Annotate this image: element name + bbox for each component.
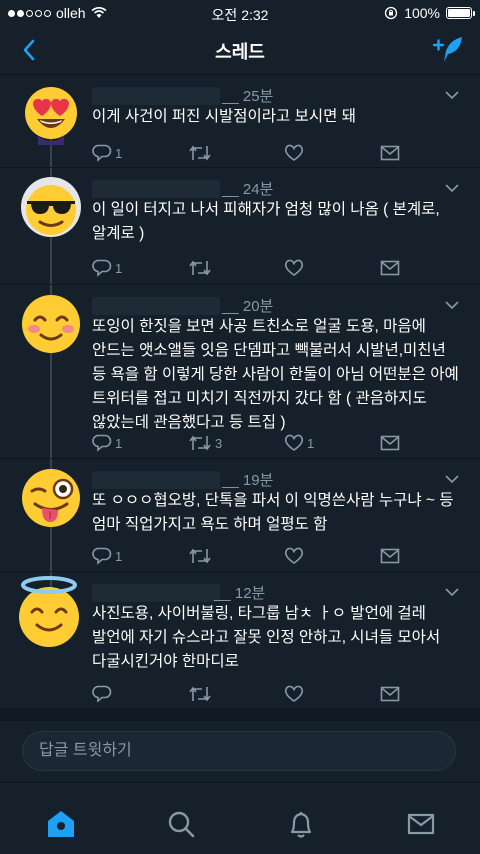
- reply-icon: [92, 434, 112, 452]
- reply-icon: [92, 547, 112, 565]
- reply-icon: [92, 259, 112, 277]
- heart-eyes-emoji-avatar[interactable]: [20, 83, 82, 145]
- battery-percent: 100%: [404, 5, 440, 21]
- envelope-icon: [380, 145, 400, 161]
- envelope-icon: [380, 686, 400, 702]
- smiling-blush-emoji-avatar[interactable]: [20, 293, 82, 355]
- search-icon[interactable]: [166, 809, 196, 839]
- compose-tweet-icon[interactable]: [432, 34, 466, 66]
- dm-button[interactable]: [380, 431, 400, 455]
- reply-count: 1: [115, 145, 123, 161]
- chevron-down-icon[interactable]: [444, 473, 460, 485]
- page-title: 스레드: [215, 42, 265, 62]
- tweet-text: 이 일이 터지고 나서 피해자가 엄청 많이 나옴 ( 본계로, 알계로 ): [92, 201, 440, 242]
- heart-icon: [284, 685, 304, 702]
- tweet-actions: 1: [92, 544, 472, 568]
- tweet-text: 이게 사건이 퍼진 시발점이라고 보시면 돼: [92, 108, 356, 125]
- retweet-count: 3: [215, 435, 223, 451]
- tweet-time: __ 20분: [222, 298, 274, 315]
- notifications-icon[interactable]: [286, 809, 316, 839]
- envelope-icon: [380, 260, 400, 276]
- reply-button[interactable]: 1: [92, 431, 122, 455]
- retweet-icon: [189, 145, 211, 161]
- tweet-text: 또잉이 한짓을 보면 사공 트친소로 얼굴 도용, 마음에 안드는 앳소앨들 잇…: [92, 318, 459, 431]
- sunglasses-emoji-avatar[interactable]: [20, 176, 82, 238]
- reply-button[interactable]: 1: [92, 256, 122, 280]
- chevron-down-icon[interactable]: [444, 89, 460, 101]
- chevron-down-icon[interactable]: [444, 299, 460, 311]
- dm-button[interactable]: [380, 682, 400, 706]
- messages-icon[interactable]: [406, 809, 436, 839]
- reply-icon: [92, 144, 112, 162]
- retweet-button[interactable]: [188, 141, 215, 165]
- retweet-button[interactable]: [188, 256, 215, 280]
- username-redacted[interactable]: [92, 584, 220, 602]
- tweet-actions: 1: [92, 141, 472, 165]
- like-button[interactable]: [284, 682, 307, 706]
- reply-button[interactable]: [92, 682, 115, 706]
- home-icon[interactable]: [46, 809, 76, 839]
- like-count: 1: [307, 435, 315, 451]
- chevron-down-icon[interactable]: [444, 586, 460, 598]
- chevron-down-icon[interactable]: [444, 182, 460, 194]
- reply-icon: [92, 685, 112, 703]
- dm-button[interactable]: [380, 256, 400, 280]
- tweet-time: __ 12분: [214, 585, 266, 602]
- retweet-icon: [189, 435, 211, 451]
- tweet-actions: 1 3 1: [92, 431, 472, 455]
- retweet-button[interactable]: 3: [188, 431, 222, 455]
- thread-list: __ 25분 이게 사건이 퍼진 시발점이라고 보시면 돼 1 __ 24분 이…: [0, 75, 480, 708]
- dm-button[interactable]: [380, 544, 400, 568]
- halo-emoji-avatar[interactable]: [12, 576, 86, 650]
- heart-icon: [284, 547, 304, 564]
- reply-button[interactable]: 1: [92, 141, 122, 165]
- section-divider: [0, 708, 480, 720]
- tweet-card[interactable]: __ 25분 이게 사건이 퍼진 시발점이라고 보시면 돼 1: [0, 75, 480, 168]
- nav-bar: 스레드: [0, 26, 480, 75]
- tweet-card[interactable]: __ 19분 또 ㅇㅇㅇ협오방, 단톡을 파서 이 익명쓴사람 누구냐 ~ 등 …: [0, 459, 480, 572]
- username-redacted[interactable]: [92, 180, 220, 198]
- retweet-button[interactable]: [188, 544, 215, 568]
- status-right: 100%: [384, 5, 475, 21]
- orientation-lock-icon: [385, 6, 398, 20]
- tweet-card[interactable]: __ 12분 사진도용, 사이버불링, 타그룹 남ㅊ ㅏㅇ 발언에 걸레 발언에…: [0, 572, 480, 708]
- retweet-button[interactable]: [188, 682, 215, 706]
- reply-count: 1: [115, 260, 123, 276]
- dm-button[interactable]: [380, 141, 400, 165]
- tweet-actions: 1: [92, 256, 472, 280]
- tweet-actions: [92, 682, 472, 706]
- tab-bar: [0, 782, 480, 854]
- username-redacted[interactable]: [92, 471, 220, 489]
- like-button[interactable]: [284, 256, 307, 280]
- battery-icon: [446, 7, 475, 19]
- tweet-card[interactable]: __ 20분 또잉이 한짓을 보면 사공 트친소로 얼굴 도용, 마음에 안드는…: [0, 285, 480, 459]
- like-button[interactable]: 1: [284, 431, 314, 455]
- envelope-icon: [380, 435, 400, 451]
- tweet-time: __ 24분: [222, 181, 274, 198]
- heart-icon: [284, 259, 304, 276]
- retweet-icon: [189, 260, 211, 276]
- tweet-text: 사진도용, 사이버불링, 타그룹 남ㅊ ㅏㅇ 발언에 걸레 발언에 자기 슈스라…: [92, 605, 441, 670]
- battery-fill: [448, 9, 470, 17]
- winking-tongue-emoji-avatar[interactable]: [20, 467, 82, 529]
- retweet-icon: [189, 548, 211, 564]
- username-redacted[interactable]: [92, 297, 220, 315]
- like-button[interactable]: [284, 544, 307, 568]
- reply-count: 1: [115, 548, 123, 564]
- reply-count: 1: [115, 435, 123, 451]
- tweet-text: 또 ㅇㅇㅇ협오방, 단톡을 파서 이 익명쓴사람 누구냐 ~ 등 엄마 직업가지…: [92, 492, 454, 533]
- reply-button[interactable]: 1: [92, 544, 122, 568]
- status-bar: olleh 오전 2:32 100%: [0, 0, 480, 26]
- retweet-icon: [189, 686, 211, 702]
- heart-icon: [284, 144, 304, 161]
- username-redacted[interactable]: [92, 87, 220, 105]
- tweet-card[interactable]: __ 24분 이 일이 터지고 나서 피해자가 엄청 많이 나옴 ( 본계로, …: [0, 168, 480, 285]
- like-button[interactable]: [284, 141, 307, 165]
- tweet-time: __ 19분: [222, 472, 274, 489]
- heart-icon: [284, 434, 304, 451]
- reply-input[interactable]: 답글 트윗하기: [22, 731, 456, 771]
- reply-bar: 답글 트윗하기: [0, 720, 480, 783]
- tweet-time: __ 25분: [222, 88, 274, 105]
- envelope-icon: [380, 548, 400, 564]
